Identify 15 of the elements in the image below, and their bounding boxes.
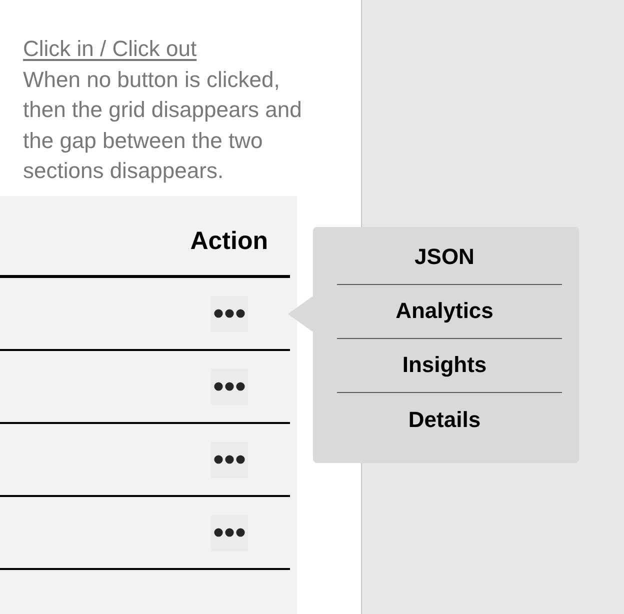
more-icon <box>214 528 245 537</box>
more-icon <box>214 382 245 391</box>
column-header: Action <box>190 227 268 256</box>
menu-item[interactable]: JSON <box>337 230 562 284</box>
more-button[interactable] <box>211 514 248 550</box>
more-icon <box>214 309 245 318</box>
note-text: When no button is clicked, then the grid disappears and the gap between the two sections disappears. <box>23 66 303 185</box>
more-icon <box>214 455 245 464</box>
more-button[interactable] <box>211 296 248 332</box>
menu-item[interactable]: Analytics <box>337 284 562 338</box>
menu-item[interactable]: Insights <box>337 338 562 392</box>
more-button[interactable] <box>211 368 248 404</box>
note-title: Click in / Click out <box>23 35 197 63</box>
menu-item[interactable]: Details <box>337 392 562 446</box>
more-button[interactable] <box>211 442 248 478</box>
